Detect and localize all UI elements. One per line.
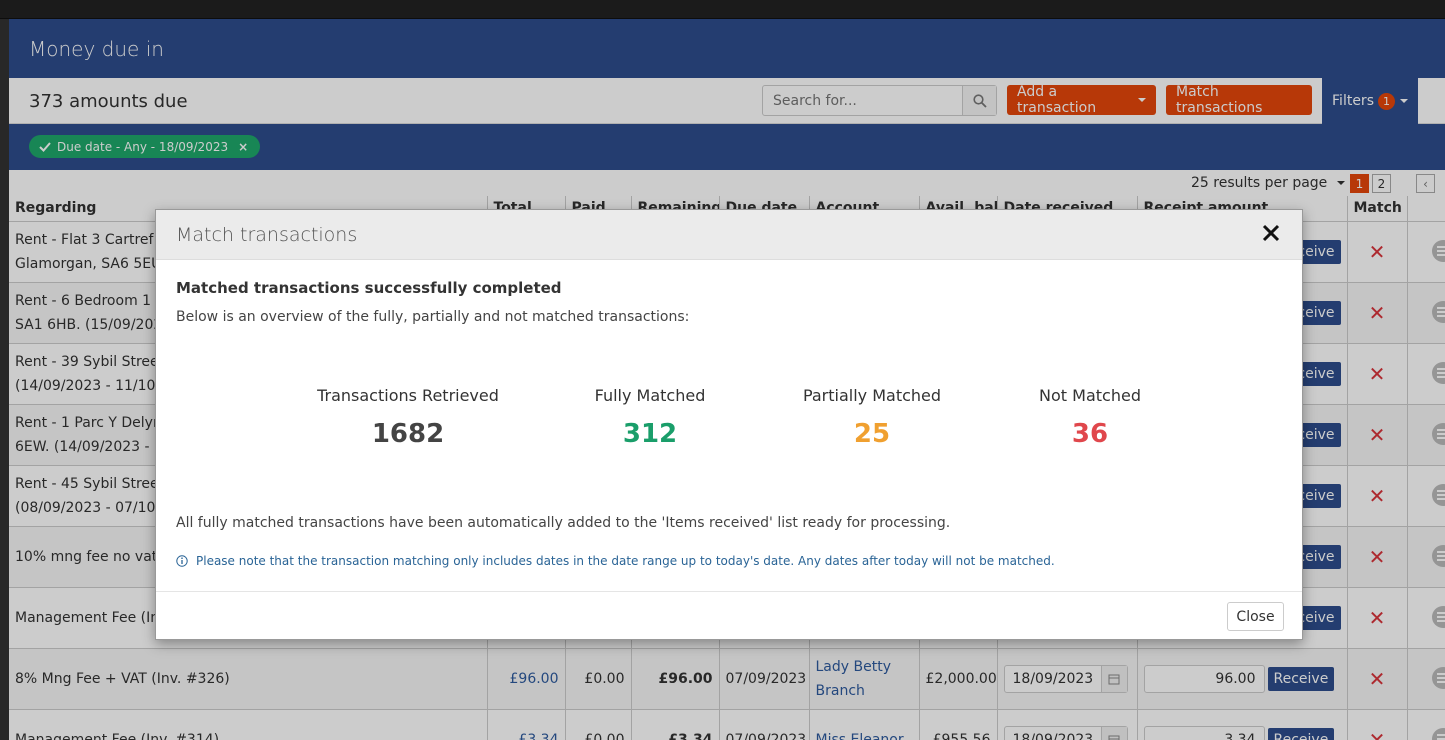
stat-label: Fully Matched (594, 386, 706, 405)
stat-value: 36 (1071, 419, 1109, 449)
stat-label: Transactions Retrieved (317, 386, 499, 405)
stat-label: Partially Matched (802, 386, 942, 405)
modal-heading: Matched transactions successfully comple… (176, 279, 562, 297)
stat-partially-matched: Partially Matched 25 (772, 386, 972, 449)
stat-transactions-retrieved: Transactions Retrieved 1682 (298, 386, 518, 449)
modal-header: Match transactions (156, 210, 1302, 260)
stat-value: 312 (622, 419, 678, 449)
close-icon[interactable] (1259, 221, 1283, 245)
stat-value: 25 (853, 419, 891, 449)
stat-not-matched: Not Matched 36 (990, 386, 1190, 449)
close-button[interactable]: Close (1227, 602, 1284, 631)
modal-note: All fully matched transactions have been… (176, 515, 951, 531)
stat-fully-matched: Fully Matched 312 (550, 386, 750, 449)
modal-title: Match transactions (176, 224, 358, 246)
modal-footer-divider (156, 591, 1302, 592)
stat-value: 1682 (371, 419, 445, 449)
info-icon (176, 555, 188, 567)
modal-info: Please note that the transaction matchin… (176, 554, 1055, 568)
stat-label: Not Matched (1039, 386, 1141, 405)
modal-subheading: Below is an overview of the fully, parti… (176, 309, 690, 325)
modal-info-text: Please note that the transaction matchin… (196, 554, 1055, 568)
match-transactions-modal: Match transactions Matched transactions … (155, 209, 1303, 640)
